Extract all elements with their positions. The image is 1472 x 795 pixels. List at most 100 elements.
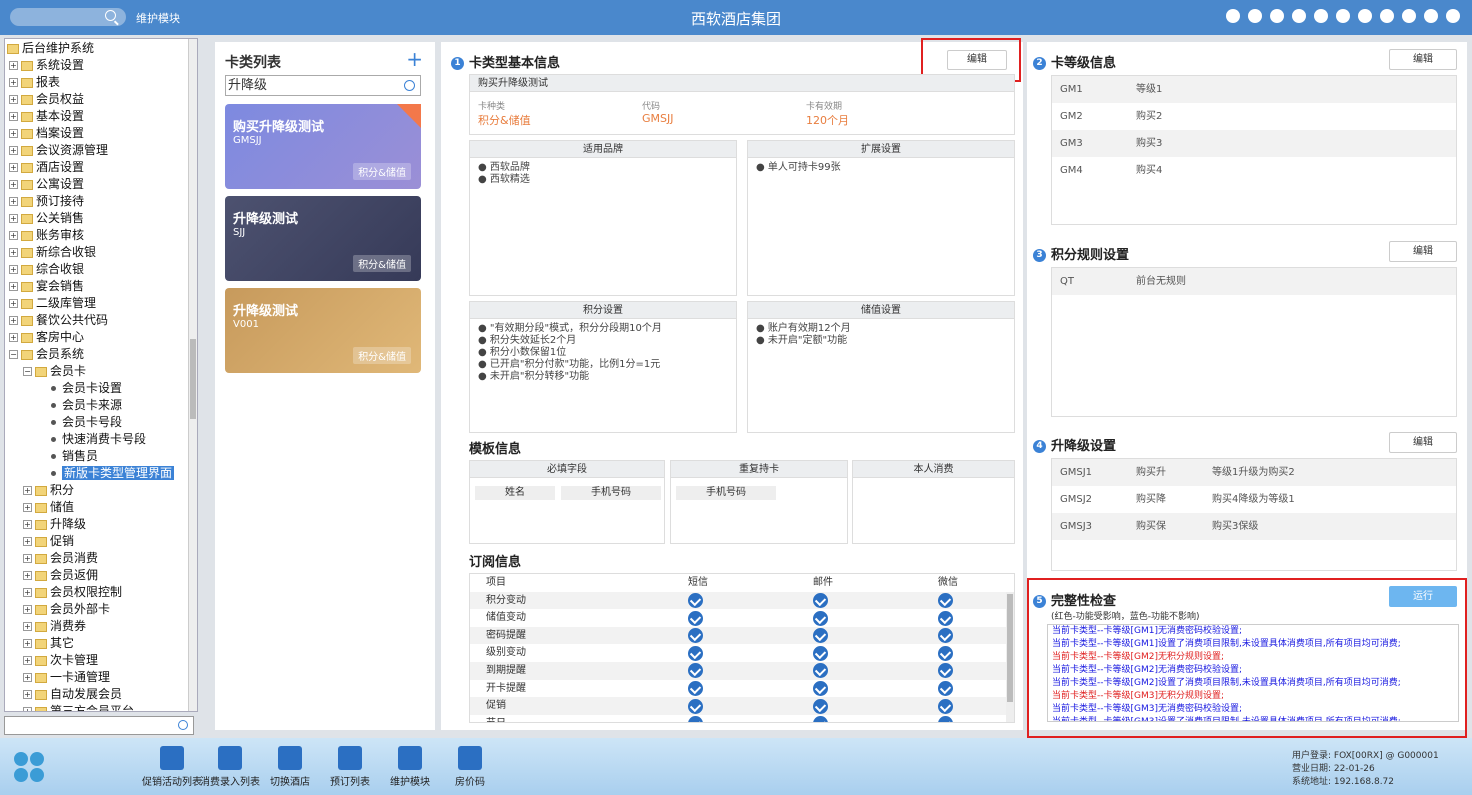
expand-icon[interactable]: + (23, 554, 32, 563)
check-icon[interactable] (688, 698, 703, 716)
tree-item[interactable]: + 升降级 (23, 516, 86, 533)
table-row[interactable]: GM2 购买2 (1052, 103, 1456, 130)
wifi-icon[interactable] (1226, 9, 1240, 23)
expand-icon[interactable]: + (9, 316, 18, 325)
expand-icon[interactable]: + (23, 690, 32, 699)
app-logo-icon[interactable] (14, 752, 46, 784)
expand-icon[interactable]: + (23, 486, 32, 495)
expand-icon[interactable]: + (9, 129, 18, 138)
search-icon[interactable] (404, 80, 415, 91)
tree-item[interactable]: + 自动发展会员 (23, 686, 122, 703)
dock-button[interactable]: 切换酒店 (260, 746, 320, 788)
tree-item[interactable]: + 促销 (23, 533, 74, 550)
tree-item[interactable]: 销售员 (51, 448, 98, 465)
tree-item[interactable]: + 公寓设置 (9, 176, 84, 193)
tree-item[interactable]: + 一卡通管理 (23, 669, 110, 686)
tree-item[interactable]: + 其它 (23, 635, 74, 652)
tree-item[interactable]: 会员卡来源 (51, 397, 122, 414)
scrollbar[interactable] (1006, 592, 1014, 722)
power-icon[interactable] (1446, 9, 1460, 23)
check-icon[interactable] (813, 628, 828, 646)
collapse-icon[interactable]: − (23, 367, 32, 376)
expand-icon[interactable]: + (23, 622, 32, 631)
tree-item[interactable]: + 会员权限控制 (23, 584, 122, 601)
tree-item[interactable]: + 客房中心 (9, 329, 84, 346)
tree-item[interactable]: + 档案设置 (9, 125, 84, 142)
dock-button[interactable]: 预订列表 (320, 746, 380, 788)
expand-icon[interactable]: + (9, 214, 18, 223)
edit-rule-button[interactable]: 编辑 (1389, 241, 1457, 262)
tree-item[interactable]: + 新综合收银 (9, 244, 96, 261)
theme-icon[interactable] (1358, 9, 1372, 23)
check-icon[interactable] (688, 716, 703, 722)
check-icon[interactable] (938, 663, 953, 681)
tree-search-input[interactable] (4, 716, 194, 735)
expand-icon[interactable]: + (9, 95, 18, 104)
edit-upgrade-button[interactable]: 编辑 (1389, 432, 1457, 453)
check-icon[interactable] (813, 698, 828, 716)
tree-item[interactable]: + 餐饮公共代码 (9, 312, 108, 329)
tree-item[interactable]: + 预订接待 (9, 193, 84, 210)
expand-icon[interactable]: + (23, 673, 32, 682)
card-search-input[interactable]: 升降级 (225, 75, 421, 96)
add-icon[interactable]: + (406, 47, 423, 71)
expand-icon[interactable]: + (9, 78, 18, 87)
tree-item[interactable]: − 会员卡 (23, 363, 86, 380)
tree-item[interactable]: + 会员返佣 (23, 567, 98, 584)
expand-icon[interactable]: + (23, 520, 32, 529)
chat-icon[interactable] (1248, 9, 1262, 23)
check-icon[interactable] (938, 698, 953, 716)
phone-icon[interactable] (1270, 9, 1284, 23)
expand-icon[interactable]: + (9, 231, 18, 240)
tree-item[interactable]: + 第三方会员平台 (23, 703, 134, 711)
tree-item[interactable]: + 报表 (9, 74, 60, 91)
check-icon[interactable] (813, 716, 828, 722)
expand-icon[interactable]: + (23, 571, 32, 580)
tree-item[interactable]: + 二级库管理 (9, 295, 96, 312)
check-icon[interactable] (688, 593, 703, 611)
tree-item[interactable]: 会员卡号段 (51, 414, 122, 431)
check-icon[interactable] (938, 681, 953, 699)
table-row[interactable]: GMSJ1 购买升 等级1升级为购买2 (1052, 459, 1456, 486)
tree-item[interactable]: + 会员权益 (9, 91, 84, 108)
expand-icon[interactable]: + (23, 639, 32, 648)
run-button[interactable]: 运行 (1389, 586, 1457, 607)
tree-item[interactable]: 新版卡类型管理界面 (51, 465, 175, 482)
card-item[interactable]: 购买升降级测试 GMSJJ 积分&储值 (225, 104, 421, 189)
expand-icon[interactable]: + (23, 588, 32, 597)
check-icon[interactable] (813, 663, 828, 681)
star-icon[interactable] (1336, 9, 1350, 23)
expand-icon[interactable]: + (23, 656, 32, 665)
expand-icon[interactable]: + (9, 265, 18, 274)
check-icon[interactable] (688, 681, 703, 699)
check-icon[interactable] (688, 628, 703, 646)
help-icon[interactable] (1402, 9, 1416, 23)
expand-icon[interactable]: + (9, 333, 18, 342)
check-icon[interactable] (688, 645, 703, 663)
tree-item[interactable]: + 会员消费 (23, 550, 98, 567)
table-row[interactable]: GM3 购买3 (1052, 130, 1456, 157)
check-icon[interactable] (813, 593, 828, 611)
check-icon[interactable] (938, 628, 953, 646)
expand-icon[interactable]: + (23, 537, 32, 546)
dock-button[interactable]: 消费录入列表 (200, 746, 260, 788)
tree-item[interactable]: + 消费券 (23, 618, 86, 635)
dock-button[interactable]: 促销活动列表 (142, 746, 202, 788)
table-row[interactable]: GM1 等级1 (1052, 76, 1456, 103)
table-row[interactable]: QT 前台无规则 (1052, 268, 1456, 295)
table-row[interactable]: GMSJ2 购买降 购买4降级为等级1 (1052, 486, 1456, 513)
expand-icon[interactable]: + (9, 299, 18, 308)
collapse-icon[interactable]: − (9, 350, 18, 359)
edit-level-button[interactable]: 编辑 (1389, 49, 1457, 70)
tree-scrollbar[interactable] (188, 39, 197, 711)
expand-icon[interactable]: + (23, 707, 32, 711)
card-item[interactable]: 升降级测试 SJJ 积分&储值 (225, 196, 421, 281)
menu-icon[interactable] (1314, 9, 1328, 23)
expand-icon[interactable]: + (23, 503, 32, 512)
dock-button[interactable]: 维护模块 (380, 746, 440, 788)
tree-item[interactable]: + 公关销售 (9, 210, 84, 227)
tree-item[interactable]: − 会员系统 (9, 346, 84, 363)
table-row[interactable]: GMSJ3 购买保 购买3保级 (1052, 513, 1456, 540)
check-icon[interactable] (688, 663, 703, 681)
tree-item[interactable]: 后台维护系统 (7, 40, 94, 57)
